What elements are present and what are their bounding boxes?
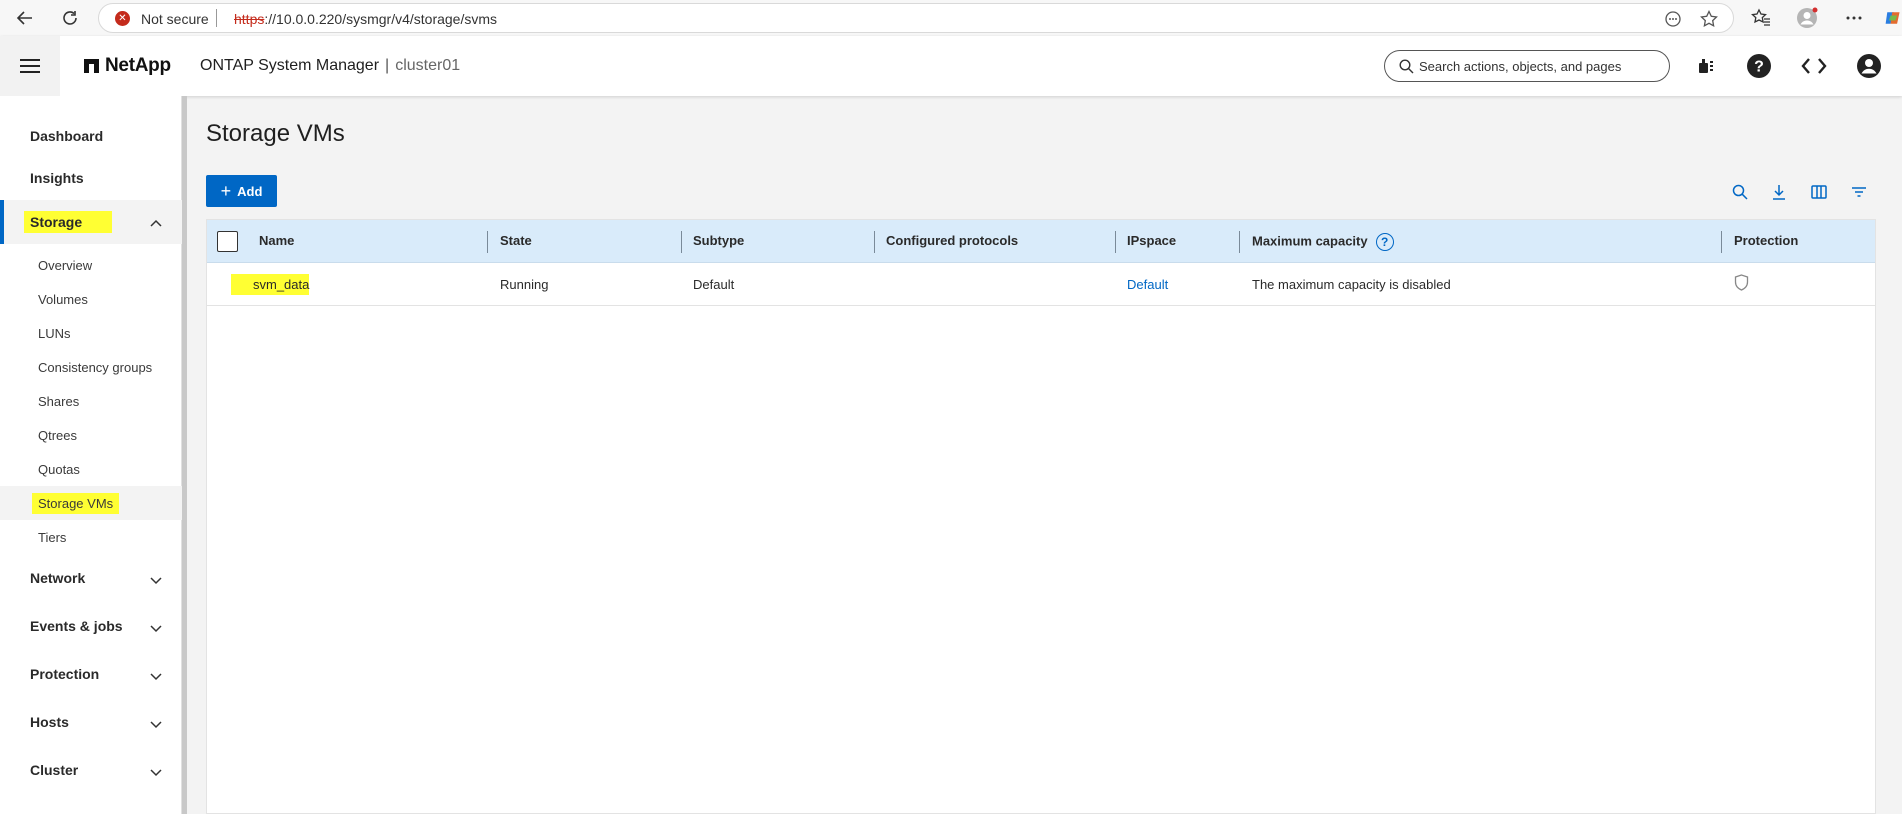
hamburger-menu-icon[interactable] <box>0 36 60 96</box>
column-divider[interactable] <box>681 231 682 253</box>
sidebar-item-quotas[interactable]: Quotas <box>0 452 182 486</box>
chevron-down-icon <box>150 572 162 588</box>
select-all-checkbox[interactable] <box>217 231 238 252</box>
security-warning-icon: ✕ <box>115 11 130 26</box>
chevron-down-icon <box>150 620 162 636</box>
sidebar-scrollbar[interactable] <box>182 96 187 814</box>
sidebar-item-cluster[interactable]: Cluster <box>0 750 182 790</box>
filter-icon[interactable] <box>1848 181 1870 203</box>
sidebar-item-hosts[interactable]: Hosts <box>0 702 182 742</box>
column-header-state[interactable]: State <box>500 233 532 248</box>
profile-avatar-icon[interactable] <box>1796 7 1818 29</box>
chevron-down-icon <box>150 716 162 732</box>
netapp-logo: NetApp <box>84 55 171 77</box>
columns-icon[interactable] <box>1808 181 1830 203</box>
chevron-up-icon <box>150 214 162 230</box>
help-icon[interactable]: ? <box>1745 52 1773 80</box>
svm-max-capacity: The maximum capacity is disabled <box>1252 277 1451 292</box>
url-text: https://10.0.0.220/sysmgr/v4/storage/svm… <box>234 11 498 27</box>
download-icon[interactable] <box>1768 181 1790 203</box>
copilot-icon[interactable] <box>1884 7 1902 29</box>
shield-icon <box>1734 274 1749 294</box>
column-divider[interactable] <box>1239 231 1240 253</box>
column-header-subtype[interactable]: Subtype <box>693 233 744 248</box>
chevron-down-icon <box>150 668 162 684</box>
storage-vms-table: Name State Subtype Configured protocols … <box>206 219 1876 814</box>
sidebar-item-qtrees[interactable]: Qtrees <box>0 418 182 452</box>
sidebar-item-tiers[interactable]: Tiers <box>0 520 182 554</box>
svg-text:?: ? <box>1754 59 1764 76</box>
column-divider[interactable] <box>874 231 875 253</box>
sidebar-item-dashboard[interactable]: Dashboard <box>0 116 182 156</box>
help-circle-icon[interactable]: ? <box>1375 233 1394 251</box>
column-header-name[interactable]: Name <box>259 233 294 248</box>
settings-menu-icon[interactable] <box>1843 7 1865 29</box>
global-search-input[interactable]: Search actions, objects, and pages <box>1384 50 1670 82</box>
search-icon <box>1399 59 1414 77</box>
code-icon[interactable] <box>1800 52 1828 80</box>
sidebar-item-storage-vms[interactable]: Storage VMs <box>0 486 182 520</box>
plus-icon: + <box>220 181 232 201</box>
sidebar-item-label: Storage <box>24 211 113 233</box>
table-search-icon[interactable] <box>1729 181 1751 203</box>
ipspace-link[interactable]: Default <box>1127 277 1168 292</box>
sidebar: Dashboard Insights Storage Overview Volu… <box>0 96 182 814</box>
sidebar-item-storage[interactable]: Storage <box>0 200 182 244</box>
sidebar-item-overview[interactable]: Overview <box>0 248 182 282</box>
sidebar-item-consistency-groups[interactable]: Consistency groups <box>0 350 182 384</box>
address-divider <box>216 9 217 27</box>
user-account-icon[interactable] <box>1855 52 1883 80</box>
column-header-protection[interactable]: Protection <box>1734 233 1798 248</box>
browser-toolbar: ✕ Not secure https://10.0.0.220/sysmgr/v… <box>0 0 1902 36</box>
sidebar-item-shares[interactable]: Shares <box>0 384 182 418</box>
add-button[interactable]: + Add <box>206 175 277 207</box>
column-divider[interactable] <box>1115 231 1116 253</box>
sidebar-item-network[interactable]: Network <box>0 558 182 598</box>
security-label: Not secure <box>141 11 209 27</box>
favorites-icon[interactable] <box>1750 7 1772 29</box>
chevron-down-icon <box>150 764 162 780</box>
sidebar-item-volumes[interactable]: Volumes <box>0 282 182 316</box>
column-divider[interactable] <box>1721 231 1722 253</box>
back-icon[interactable] <box>13 6 37 30</box>
svm-subtype: Default <box>693 277 735 292</box>
svm-name-link[interactable]: svm_data <box>231 274 310 295</box>
address-bar[interactable]: ✕ Not secure https://10.0.0.220/sysmgr/v… <box>98 3 1734 33</box>
sidebar-item-events-jobs[interactable]: Events & jobs <box>0 606 182 646</box>
column-divider[interactable] <box>487 231 488 253</box>
more-options-icon[interactable] <box>1663 9 1683 29</box>
app-header: NetApp ONTAP System Manager | cluster01 Se… <box>0 36 1902 96</box>
page-title: Storage VMs <box>206 120 345 147</box>
column-header-ipspace[interactable]: IPspace <box>1127 233 1176 248</box>
reload-icon[interactable] <box>58 6 82 30</box>
app-title: ONTAP System Manager | cluster01 <box>200 57 461 74</box>
column-header-configured-protocols[interactable]: Configured protocols <box>886 233 1018 248</box>
whats-new-icon[interactable] <box>1692 52 1720 80</box>
sidebar-item-luns[interactable]: LUNs <box>0 316 182 350</box>
table-row[interactable]: svm_data Running Default Default The max… <box>207 263 1875 306</box>
sidebar-item-insights[interactable]: Insights <box>0 158 182 198</box>
table-header: Name State Subtype Configured protocols … <box>207 220 1875 263</box>
svm-state: Running <box>500 277 549 292</box>
sidebar-item-protection[interactable]: Protection <box>0 654 182 694</box>
favorite-star-icon[interactable] <box>1699 9 1719 29</box>
column-header-maximum-capacity[interactable]: Maximum capacity? <box>1252 233 1394 251</box>
